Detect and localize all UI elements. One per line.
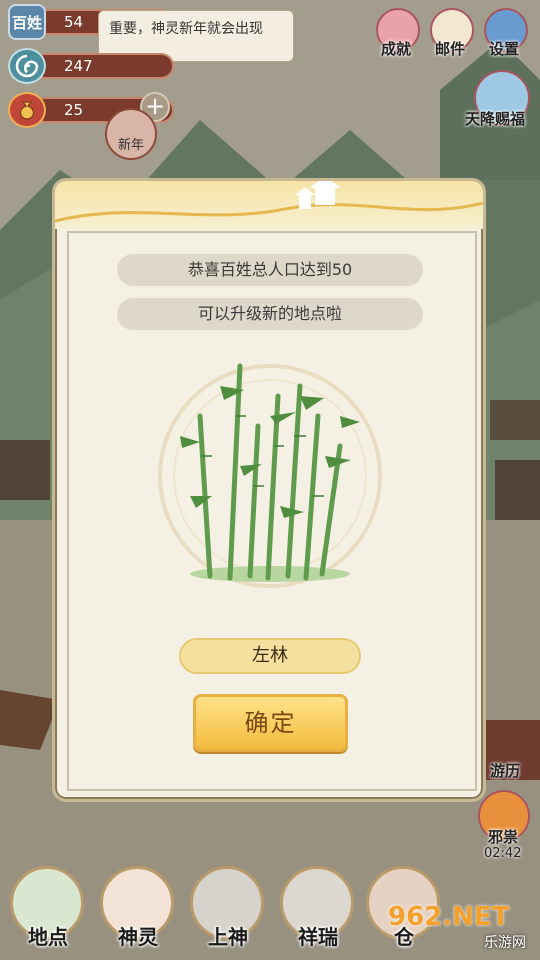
- spirit-value: 247: [32, 53, 174, 79]
- spirit-swirl-icon: [8, 48, 46, 84]
- blessing-label: 天降赐福: [465, 110, 526, 128]
- new-year-event-badge[interactable]: 新年: [105, 108, 157, 160]
- nav-high-gods[interactable]: 上神: [184, 866, 272, 956]
- nav-deities-label: 神灵: [118, 925, 158, 949]
- nav-locations[interactable]: 地点: [4, 866, 92, 956]
- dialog-header-ornament: [54, 177, 484, 229]
- nav-auspicious[interactable]: 祥瑞: [274, 866, 362, 956]
- mail-label: 邮件: [435, 40, 466, 58]
- population-reached-message: 恭喜百姓总人口达到50: [117, 254, 423, 286]
- bamboo-grove-illustration: [158, 363, 382, 588]
- evil-spirit-timer: 02:42: [484, 846, 522, 861]
- new-year-label: 新年: [117, 138, 144, 153]
- location-name-banner: 左林: [179, 638, 361, 674]
- nav-locations-label: 地点: [28, 925, 68, 949]
- watermark-sub: 乐游网: [484, 935, 526, 951]
- achievements-label: 成就: [381, 40, 412, 58]
- spirit-resource[interactable]: 247: [8, 48, 174, 84]
- settings-label: 设置: [489, 40, 520, 58]
- upgrade-available-message: 可以升级新的地点啦: [117, 298, 423, 330]
- site-watermark: 962.NET 乐游网: [388, 902, 534, 956]
- journey-label[interactable]: 游历: [490, 760, 520, 781]
- population-icon: 百姓: [8, 4, 46, 40]
- nav-high-gods-label: 上神: [208, 925, 248, 949]
- money-bag-icon: [8, 92, 46, 128]
- evil-spirit-label: 邪祟: [488, 828, 519, 846]
- nav-auspicious-label: 祥瑞: [298, 925, 338, 949]
- nav-deities[interactable]: 神灵: [94, 866, 182, 956]
- watermark-brand: 962.NET: [388, 902, 510, 932]
- confirm-button[interactable]: 确定: [193, 694, 348, 752]
